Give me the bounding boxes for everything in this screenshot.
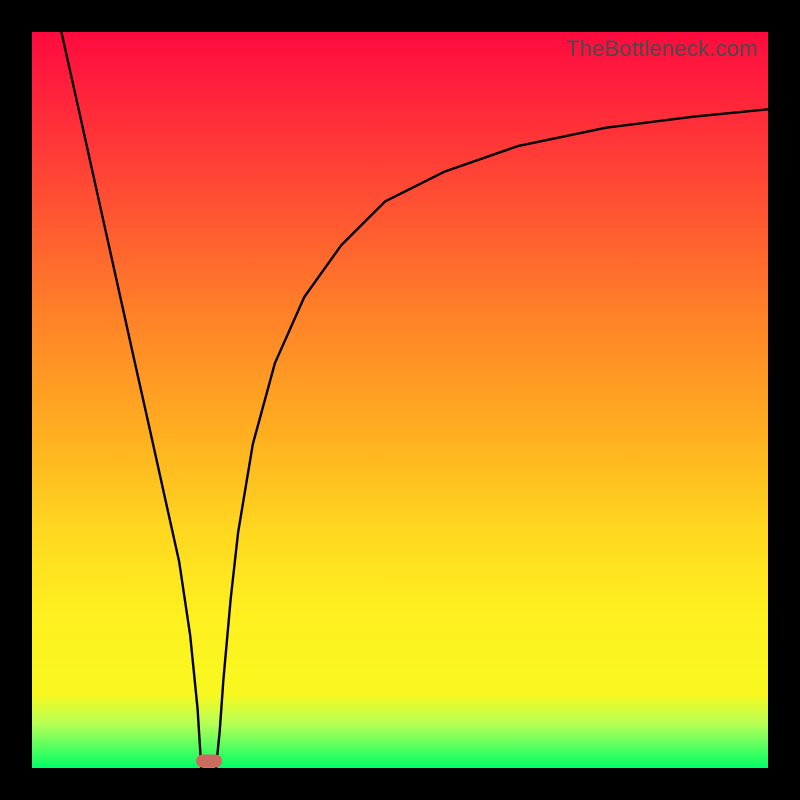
min-marker bbox=[196, 754, 222, 767]
plot-area: TheBottleneck.com bbox=[32, 32, 768, 768]
bottleneck-curve bbox=[32, 32, 768, 768]
curve-path bbox=[61, 32, 768, 768]
chart-frame: TheBottleneck.com bbox=[0, 0, 800, 800]
